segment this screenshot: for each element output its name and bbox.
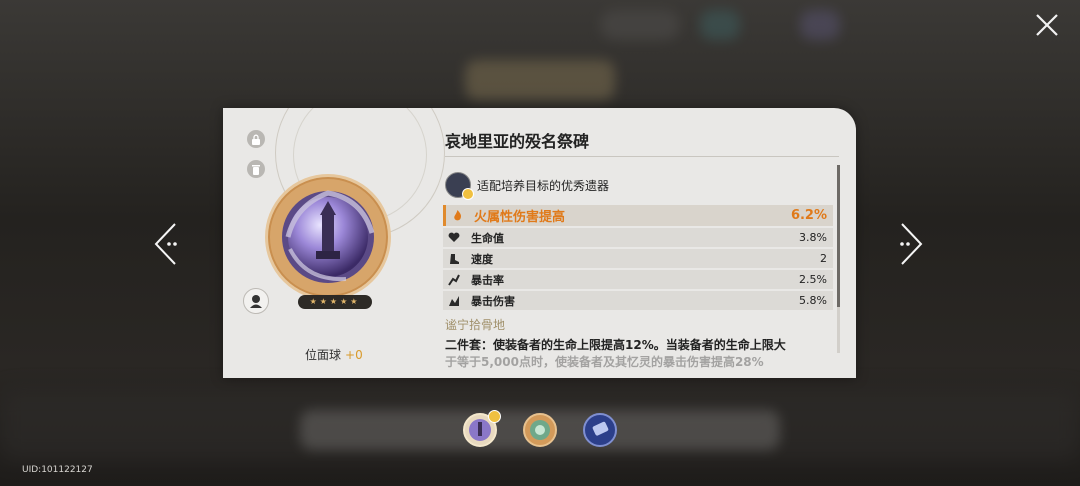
bg-blur [800,10,840,40]
relic-thumbnail[interactable] [523,413,557,447]
stat-name: 生命值 [471,231,504,245]
stat-value: 2 [820,252,827,265]
heart-hp-icon [447,231,461,245]
stat-name: 暴击率 [471,273,504,287]
set-description: 二件套：使装备者的生命上限提高12%。当装备者的生命上限大 [445,338,786,352]
crit-rate-icon [447,273,461,287]
stat-list: 火属性伤害提高 6.2% 生命值 3.8% 速度 2 暴击率 2.5% 暴击伤害… [443,205,833,312]
stat-name: 火属性伤害提高 [474,210,566,225]
rarity-stars: ★★★★★ [298,295,372,309]
main-stat-row: 火属性伤害提高 6.2% [443,205,833,226]
thumbs-up-icon [488,410,501,423]
relic-name: 哀地里亚的殁名祭碑 [445,132,590,151]
relic-level: +0 [345,348,363,362]
equipped-character-avatar[interactable] [243,288,269,314]
scrollbar-thumb[interactable] [837,165,840,307]
set-name: 谧宁拾骨地 [445,318,506,332]
discard-icon[interactable] [247,160,265,178]
target-character-avatar [445,172,474,200]
next-relic-button[interactable] [890,222,924,266]
thumbs-up-icon [462,188,474,200]
slot-name: 位面球 [305,348,342,362]
sub-stat-row: 暴击伤害 5.8% [443,291,833,310]
crit-damage-icon [447,294,461,308]
relic-image [265,174,391,300]
stat-value: 2.5% [799,273,827,286]
divider [445,156,839,157]
stat-name: 速度 [471,252,493,266]
relic-slot-label: 位面球 +0 [305,346,363,363]
stat-name: 暴击伤害 [471,294,515,308]
sub-stat-row: 生命值 3.8% [443,228,833,247]
recommend-text: 适配培养目标的优秀遗器 [477,178,610,193]
stat-value: 5.8% [799,294,827,307]
boot-speed-icon [447,252,461,266]
stat-value: 6.2% [790,208,827,223]
lock-icon[interactable] [247,130,265,148]
uid-label: UID:101122127 [22,465,93,475]
bg-blur [600,10,680,40]
prev-relic-button[interactable] [153,222,187,266]
fire-damage-icon [450,209,464,223]
recommend-row: 适配培养目标的优秀遗器 [445,172,610,200]
close-icon[interactable] [1034,12,1060,38]
sub-stat-row: 暴击率 2.5% [443,270,833,289]
sub-stat-row: 速度 2 [443,249,833,268]
planar-sphere-icon [282,190,375,283]
bg-blur [465,60,615,100]
relic-thumbnail[interactable] [583,413,617,447]
relic-detail-card: ★★★★★ 位面球 +0 哀地里亚的殁名祭碑 适配培养目标的优秀遗器 火属性伤害提… [223,108,856,378]
stat-value: 3.8% [799,231,827,244]
bg-blur [700,10,740,40]
set-description-continued: 于等于5,000点时，使装备者及其忆灵的暴击伤害提高28% [445,355,764,369]
